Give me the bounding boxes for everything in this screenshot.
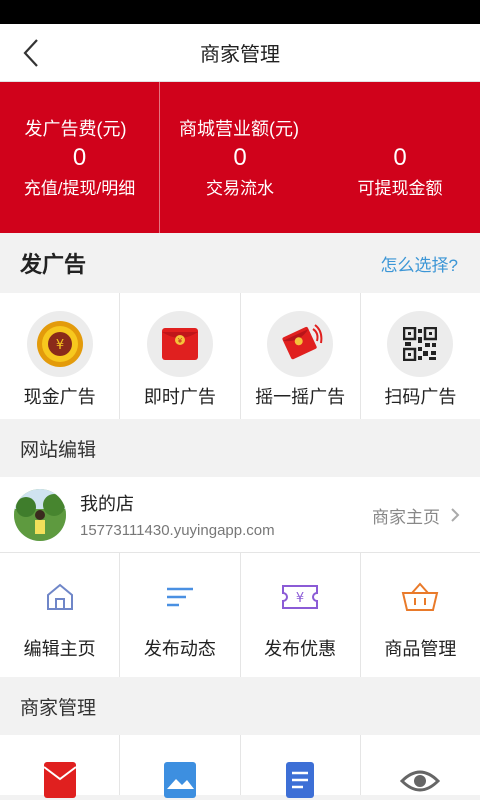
site-edit-label: 编辑主页 (23, 639, 96, 659)
status-bar (0, 0, 480, 24)
gold-coin-icon: ¥ (26, 311, 93, 377)
ad-fee-panel[interactable]: 发广告费(元) 0 充值/提现/明细 (0, 82, 160, 233)
mall-revenue-label: 商城营业额(元) (179, 119, 299, 139)
chevron-right-icon (451, 508, 460, 522)
avatar (14, 488, 66, 541)
ad-fee-action[interactable]: 充值/提现/明细 (24, 174, 135, 199)
merchant-item-envelope[interactable] (0, 735, 121, 798)
merchant-home-label: 商家主页 (372, 507, 440, 527)
qr-code-icon (387, 311, 454, 377)
site-edit-header: 网站编辑 (0, 419, 480, 477)
merchant-item-document[interactable] (241, 735, 361, 798)
site-edit-label: 发布动态 (143, 639, 216, 659)
page-title: 商家管理 (200, 44, 280, 66)
product-management-button[interactable]: 商品管理 (361, 553, 480, 677)
withdrawable-label: 可提现金额 (357, 179, 443, 198)
coupon-icon: ¥ (280, 577, 320, 617)
ad-item-label: 扫码广告 (384, 387, 457, 407)
lines-icon (160, 577, 200, 617)
ad-item-instant[interactable]: ¥ 即时广告 (120, 293, 241, 419)
nav-bar: 商家管理 (0, 24, 480, 82)
stats-panel: 发广告费(元) 0 充值/提现/明细 商城营业额(元) 0 交易流水 0 可提现… (0, 82, 480, 233)
ad-type-grid: ¥ 现金广告 ¥ 即时广告 摇一摇广告 扫码广告 (0, 293, 480, 419)
site-edit-label: 发布优惠 (264, 639, 337, 659)
transactions-stat[interactable]: 0 交易流水 (160, 144, 320, 199)
ad-item-cash[interactable]: ¥ 现金广告 (0, 293, 121, 419)
how-to-choose-link[interactable]: 怎么选择? (381, 251, 458, 276)
merchant-mgmt-header: 商家管理 (0, 677, 480, 735)
envelope-icon (43, 762, 77, 798)
ad-item-label: 摇一摇广告 (255, 387, 346, 407)
my-store-row[interactable]: 我的店 15773111430.yuyingapp.com 商家主页 (0, 477, 480, 553)
basket-icon (400, 577, 440, 617)
red-envelope-icon: ¥ (146, 311, 213, 377)
ads-section-header: 发广告 怎么选择? (0, 233, 480, 293)
transactions-value: 0 (233, 144, 247, 171)
merchant-mgmt-grid (0, 735, 480, 798)
merchant-item-image[interactable] (120, 735, 241, 798)
ad-item-label: 即时广告 (143, 387, 216, 407)
edit-homepage-button[interactable]: 编辑主页 (0, 553, 121, 677)
ad-item-shake[interactable]: 摇一摇广告 (241, 293, 361, 419)
svg-text:¥: ¥ (55, 338, 63, 353)
transactions-label: 交易流水 (206, 179, 274, 198)
merchant-home-link[interactable]: 商家主页 (372, 477, 460, 553)
chevron-left-icon (23, 39, 38, 67)
ad-item-label: 现金广告 (23, 387, 96, 407)
site-edit-grid: 编辑主页 发布动态 ¥ 发布优惠 商品管理 (0, 553, 480, 677)
ad-item-qr[interactable]: 扫码广告 (361, 293, 480, 419)
home-icon (40, 577, 80, 617)
ad-fee-label: 发广告费(元) (24, 119, 127, 139)
withdrawable-stat[interactable]: 0 可提现金额 (320, 144, 480, 199)
withdrawable-value: 0 (393, 144, 407, 171)
ad-fee-value: 0 (72, 144, 87, 171)
svg-text:¥: ¥ (296, 591, 304, 606)
publish-offer-button[interactable]: ¥ 发布优惠 (241, 553, 361, 677)
merchant-item-eye[interactable] (361, 735, 480, 795)
document-icon (286, 762, 315, 798)
site-edit-label: 商品管理 (384, 639, 457, 659)
store-name: 我的店 (80, 494, 134, 514)
shake-envelope-icon (267, 311, 334, 377)
publish-post-button[interactable]: 发布动态 (120, 553, 241, 677)
ads-section-title: 发广告 (20, 252, 87, 277)
svg-text:¥: ¥ (178, 337, 183, 345)
store-url: 15773111430.yuyingapp.com (80, 522, 275, 539)
eye-icon (400, 770, 441, 792)
mall-revenue-panel: 商城营业额(元) 0 交易流水 0 可提现金额 (160, 82, 480, 233)
back-button[interactable] (14, 36, 48, 70)
image-icon (163, 762, 196, 798)
